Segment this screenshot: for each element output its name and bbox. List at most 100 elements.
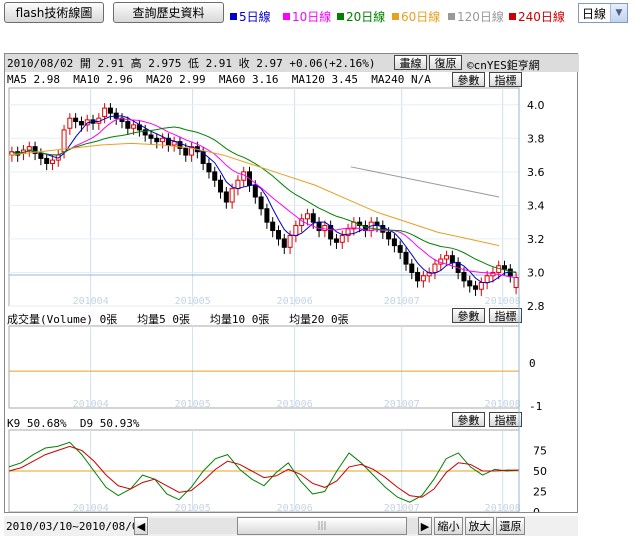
x-tick-label: 201005 [175, 399, 211, 410]
candle-body [409, 263, 415, 273]
candle-body [386, 231, 392, 240]
kd-y-label: 75 [533, 445, 547, 458]
period-select-value: 日線 [582, 6, 607, 21]
x-tick-label: 201004 [73, 399, 109, 410]
candle-body [154, 137, 160, 143]
ma-legend-item: 5日線 [230, 8, 271, 25]
y-tick-label: 3.8 [527, 132, 545, 145]
candle-body [102, 107, 108, 118]
reset-zoom-button[interactable]: 還原 [496, 517, 525, 535]
chevron-down-icon[interactable]: ▼ [610, 4, 627, 22]
candle-body [502, 265, 508, 270]
y-tick-label: 3.0 [527, 266, 545, 279]
candle-body [131, 124, 137, 129]
legend-swatch [392, 13, 399, 20]
candle-body [252, 184, 258, 198]
candle-body [125, 121, 131, 129]
legend-swatch [230, 13, 237, 20]
ma-legend-item: 20日線 [337, 8, 385, 25]
candle-body [420, 275, 426, 282]
candle-body [304, 213, 310, 220]
flash-chart-button[interactable]: flash技術線圖 [4, 2, 104, 23]
volume-y-label: 0 [529, 357, 536, 370]
candle-body [333, 238, 339, 243]
candle-body [449, 255, 455, 263]
status-bar: 2010/03/10~2010/08/02 ◀ ||| ▶ 縮小 放大 還原 [4, 516, 578, 536]
legend-swatch [337, 13, 344, 20]
scroll-right-icon[interactable]: ▶ [418, 517, 432, 535]
candle-body [229, 188, 235, 203]
x-tick-label: 201005 [175, 296, 211, 307]
candle-body [212, 171, 218, 181]
candle-body [293, 225, 299, 237]
candle-body [287, 235, 293, 248]
x-tick-label: 201008 [485, 296, 521, 307]
y-tick-label: 4.0 [527, 99, 545, 112]
zoom-in-button[interactable]: 放大 [465, 517, 494, 535]
candle-body [478, 282, 484, 290]
candle-body [432, 263, 438, 273]
candle-body [258, 196, 264, 210]
x-tick-label: 201008 [485, 503, 521, 512]
candle-body [473, 285, 479, 290]
candle-body [467, 280, 473, 287]
y-tick-label: 3.4 [527, 199, 545, 212]
legend-swatch [283, 13, 290, 20]
candle-body [513, 276, 519, 289]
legend-label: 5日線 [239, 10, 271, 24]
history-data-button[interactable]: 查詢歷史資料 [113, 2, 224, 23]
kd-y-label: 50 [533, 465, 547, 478]
candle-body [218, 179, 224, 193]
chart-app: flash技術線圖 查詢歷史資料 5日線 10日線 20日線 60日線 120日線 240… [0, 0, 640, 539]
legend-label: 240日線 [518, 10, 565, 24]
candle-body [310, 213, 316, 223]
legend-label: 60日線 [401, 10, 441, 24]
kd-y-label: 0 [533, 506, 540, 512]
x-tick-label: 201007 [384, 296, 420, 307]
chart-frame: 2010/08/02 開 2.91 高 2.975 低 2.91 收 2.97 … [4, 53, 579, 513]
date-range-text: 2010/03/10~2010/08/02 [6, 520, 146, 533]
candle-body [26, 146, 32, 151]
candle-body [183, 147, 189, 156]
legend-label: 20日線 [346, 10, 386, 24]
candle-body [223, 191, 229, 203]
y-tick-label: 2.8 [527, 300, 545, 313]
candle-body [391, 238, 397, 247]
x-tick-label: 201004 [73, 503, 109, 512]
x-tick-label: 201004 [73, 296, 109, 307]
candle-body [235, 179, 241, 190]
legend-swatch [509, 13, 516, 20]
x-tick-label: 201005 [175, 503, 211, 512]
candle-body [397, 245, 403, 253]
ma-legend-item: 240日線 [509, 8, 565, 25]
candle-body [270, 221, 276, 232]
x-tick-label: 201006 [277, 296, 313, 307]
candle-body [107, 107, 113, 114]
x-tick-label: 201006 [277, 503, 313, 512]
scroll-thumb[interactable]: ||| [237, 517, 407, 535]
legend-swatch [448, 13, 455, 20]
volume-panel [8, 325, 520, 409]
candle-body [49, 159, 55, 164]
scroll-left-icon[interactable]: ◀ [134, 517, 148, 535]
x-tick-label: 201008 [485, 399, 521, 410]
chart-canvas[interactable]: 2010042010042010042010052010052010052010… [5, 54, 577, 512]
candle-body [484, 275, 490, 284]
candle-body [44, 157, 50, 164]
zoom-out-button[interactable]: 縮小 [434, 517, 463, 535]
candle-body [316, 221, 322, 232]
candle-body [171, 141, 177, 146]
legend-label: 120日線 [457, 10, 504, 24]
candle-body [403, 251, 409, 265]
y-tick-label: 3.2 [527, 233, 545, 246]
candle-body [281, 238, 287, 248]
x-tick-label: 201006 [277, 399, 313, 410]
ma-legend-item: 10日線 [283, 8, 331, 25]
candle-body [206, 162, 212, 173]
candle-body [264, 208, 270, 223]
candle-body [444, 255, 450, 260]
legend-label: 10日線 [292, 10, 332, 24]
period-select[interactable]: 日線 ▼ [578, 3, 628, 23]
candle-body [148, 134, 154, 139]
candle-body [38, 152, 44, 159]
